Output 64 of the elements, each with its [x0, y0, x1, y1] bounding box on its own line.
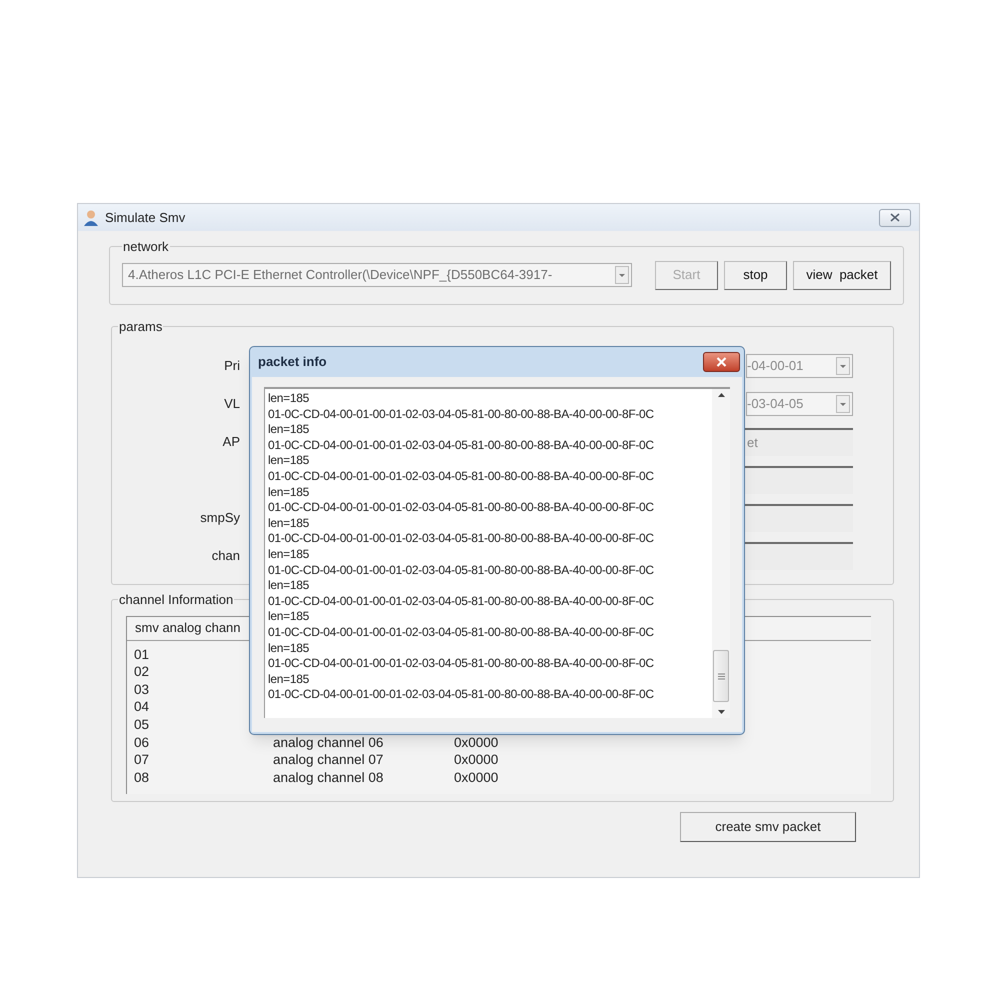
text-line: 01-0C-CD-04-00-01-00-01-02-03-04-05-81-00-80-00-88-BA-40-00-00-8F-0C [268, 594, 655, 610]
text-line: len=185 [268, 546, 310, 563]
close-button[interactable] [703, 352, 740, 372]
scroll-down-icon[interactable] [716, 708, 726, 716]
text-line: 01-0C-CD-04-00-01-00-01-02-03-04-05-81-00-80-00-88-BA-40-00-00-8F-0C [268, 624, 655, 640]
text-line: len=185 [268, 391, 310, 407]
table-cell-text: 04 [133, 700, 150, 714]
table-cell-text: 01 [133, 648, 150, 662]
scroll-thumb[interactable] [713, 650, 729, 702]
text-line: len=185 [268, 672, 310, 688]
field-label: chan [212, 548, 240, 563]
table-cell-text: analog channel 07 [273, 753, 384, 767]
table-cell-text: analog channel 06 [273, 736, 384, 750]
field-label: AP [222, 434, 240, 449]
input-field[interactable]: et [745, 428, 853, 456]
scroll-up-icon[interactable] [716, 391, 726, 399]
grip-icon [718, 672, 724, 680]
text-line: 01-0C-CD-04-00-01-00-01-02-03-04-05-81-00-80-00-88-BA-40-00-00-8F-0C [268, 406, 655, 422]
input-field[interactable] [745, 466, 853, 494]
field-label: smpSy [200, 510, 240, 525]
table-cell-text: 06 [133, 736, 150, 750]
text-line: len=185 [268, 578, 310, 594]
table-cell-text: 07 [133, 753, 150, 767]
text-line: len=185 [268, 640, 310, 656]
text-line: 01-0C-CD-04-00-01-00-01-02-03-04-05-81-00-80-00-88-BA-40-00-00-8F-0C [268, 531, 655, 547]
input-field[interactable] [745, 542, 853, 570]
packet-text-area[interactable] [264, 387, 730, 718]
table-cell: 0x0000 [454, 753, 498, 767]
table-cell: 0x0000 [454, 770, 498, 784]
input-field[interactable] [745, 504, 853, 532]
table-cell-text: analog channel 08 [273, 770, 384, 784]
scrollbar[interactable] [712, 389, 730, 718]
field-label: VL [224, 396, 240, 411]
window-title: Simulate Smv [105, 208, 186, 227]
field-label: Pri [224, 358, 240, 373]
text-line: len=185 [268, 484, 310, 500]
text-line: len=185 [268, 453, 310, 469]
group-label: params [118, 318, 164, 336]
text-line: len=185 [268, 609, 310, 625]
text-line: 01-0C-CD-04-00-01-00-01-02-03-04-05-81-00-80-00-88-BA-40-00-00-8F-0C [268, 438, 655, 454]
text-line: 01-0C-CD-04-00-01-00-01-02-03-04-05-81-00-80-00-88-BA-40-00-00-8F-0C [268, 656, 655, 672]
text-line: len=185 [268, 422, 310, 438]
create-packet-button[interactable]: create smv packet [680, 812, 856, 842]
dialog-title: packet info [258, 353, 327, 372]
toolbar-button[interactable]: view packet [793, 260, 891, 290]
text-line: 01-0C-CD-04-00-01-00-01-02-03-04-05-81-00-80-00-88-BA-40-00-00-8F-0C [268, 562, 655, 578]
text-line: 01-0C-CD-04-00-01-00-01-02-03-04-05-81-00-80-00-88-BA-40-00-00-8F-0C [268, 468, 655, 485]
table-cell-text: 02 [133, 665, 150, 679]
column-header[interactable]: smv analog chann [135, 618, 241, 638]
text-line: 01-0C-CD-04-00-01-00-01-02-03-04-05-81-00-80-00-88-BA-40-00-00-8F-0C [268, 687, 655, 703]
table-cell-text: 05 [133, 718, 150, 732]
person-icon [82, 208, 100, 226]
combo-box[interactable]: -04-00-01 [746, 354, 853, 378]
close-icon [716, 357, 727, 367]
group-label: channel Information [118, 591, 234, 609]
combo-box[interactable]: -03-04-05 [746, 392, 853, 416]
table-cell: 0x0000 [454, 736, 498, 750]
table-cell-text: 08 [133, 770, 150, 784]
close-button[interactable] [879, 208, 911, 226]
text-line: len=185 [268, 516, 310, 532]
group-label: network [122, 238, 170, 256]
text-line: 01-0C-CD-04-00-01-00-01-02-03-04-05-81-00-80-00-88-BA-40-00-00-8F-0C [268, 500, 655, 516]
toolbar-button[interactable]: stop [724, 260, 787, 290]
close-icon [890, 213, 900, 222]
